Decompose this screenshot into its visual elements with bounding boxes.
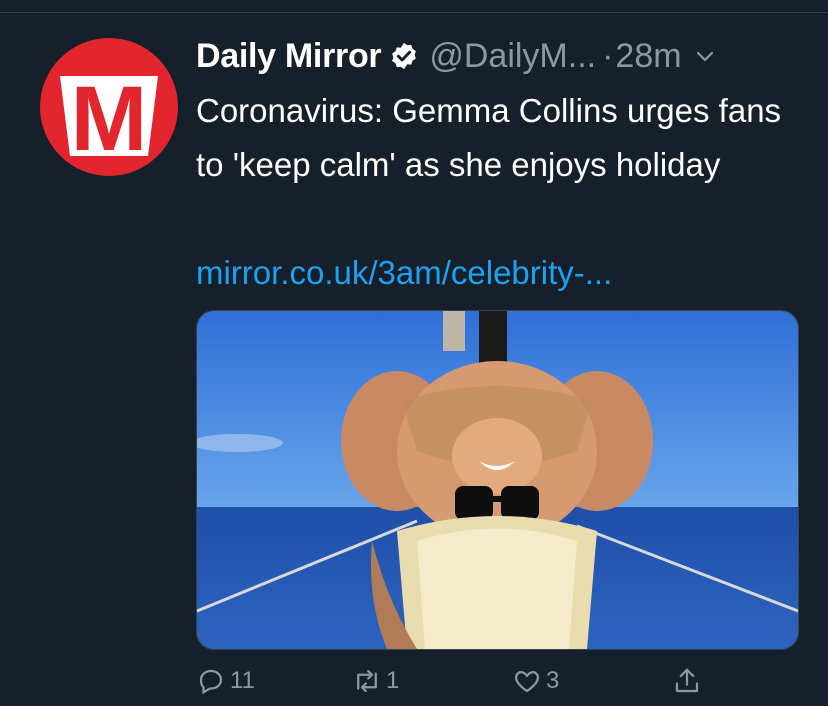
like-count: 3 — [546, 667, 560, 694]
tweet-timestamp[interactable]: 28m — [615, 37, 681, 76]
top-divider — [0, 12, 828, 13]
tweet-image[interactable] — [196, 310, 799, 650]
article-link[interactable]: mirror.co.uk/3am/celebrity-... — [196, 246, 612, 300]
verified-badge-icon — [389, 41, 419, 71]
like-icon — [514, 671, 540, 693]
tweet-header: Daily Mirror @DailyM... · 28m — [196, 30, 816, 82]
separator-dot: · — [602, 36, 614, 75]
retweet-count: 1 — [386, 667, 400, 694]
mirror-logo: M — [60, 68, 158, 170]
tweet-text: Coronavirus: Gemma Collins urges fans to… — [196, 92, 782, 183]
retweet-icon — [357, 669, 377, 693]
chevron-down-icon[interactable] — [694, 45, 716, 67]
reply-icon — [199, 669, 223, 695]
retweet-button[interactable]: 1 — [352, 666, 399, 696]
share-icon — [675, 668, 699, 693]
tweet-actions: 11 1 3 — [196, 666, 796, 706]
avatar-letter: M — [71, 68, 148, 170]
author-name[interactable]: Daily Mirror — [196, 37, 382, 76]
share-button[interactable] — [672, 666, 702, 696]
author-handle[interactable]: @DailyM... — [429, 37, 596, 76]
avatar[interactable]: M — [40, 38, 178, 176]
reply-button[interactable]: 11 — [196, 666, 255, 696]
reply-count: 11 — [230, 667, 255, 694]
like-button[interactable]: 3 — [512, 666, 559, 696]
